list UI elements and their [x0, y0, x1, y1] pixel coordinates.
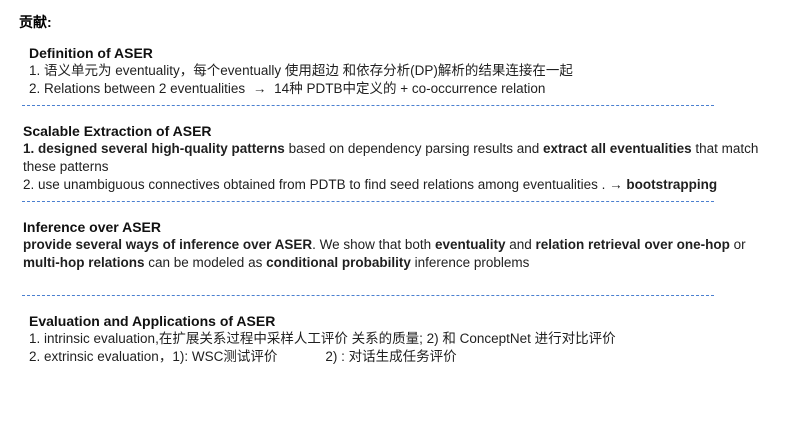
- inference-paragraph: provide several ways of inference over A…: [23, 236, 771, 272]
- dashed-divider: [22, 295, 714, 296]
- plain-text: . We show that both: [312, 237, 435, 252]
- plain-text: inference problems: [410, 255, 530, 270]
- bold-text: multi-hop relations: [23, 255, 145, 270]
- bold-text: extract all eventualities: [543, 141, 692, 156]
- bold-text: eventuality: [434, 237, 506, 252]
- section-heading: Scalable Extraction of ASER: [23, 123, 212, 139]
- arrow-right-icon: →: [609, 177, 623, 192]
- plain-text: based on dependency parsing results and: [284, 141, 544, 156]
- dashed-divider: [22, 105, 714, 106]
- section-heading: Inference over ASER: [23, 219, 161, 235]
- evaluation-item-1: 1. intrinsic evaluation,在扩展关系过程中采样人工评价 关…: [29, 331, 616, 346]
- definition-item-2: 2. Relations between 2 eventualities → 1…: [29, 80, 749, 98]
- definition-item-2-relations: 14种 PDTB中定义的 + co-occurrence relation: [274, 81, 546, 96]
- plain-text: 2) : 对话生成任务评价: [325, 349, 457, 364]
- plain-text: 2. use unambiguous connectives obtained …: [23, 177, 610, 192]
- dashed-divider: [22, 201, 714, 202]
- definition-item-2-text: 2. Relations between 2 eventualities: [29, 81, 246, 96]
- evaluation-item-2: 2. extrinsic evaluation，1): WSC测试评价 2) : …: [29, 348, 749, 366]
- bold-text: relation retrieval over one-hop: [535, 237, 730, 252]
- bold-text: 1. designed several high-quality pattern…: [23, 141, 285, 156]
- arrow-right-icon: →: [252, 81, 267, 96]
- plain-text: and: [505, 237, 536, 252]
- bold-text: bootstrapping: [622, 177, 718, 192]
- plain-text: or: [729, 237, 746, 252]
- page-title: 贡献:: [19, 14, 52, 30]
- bold-text: conditional probability: [266, 255, 411, 270]
- section-heading: Evaluation and Applications of ASER: [29, 313, 276, 329]
- bold-text: provide several ways of inference over A…: [23, 237, 313, 252]
- section-heading: Definition of ASER: [29, 45, 153, 61]
- section-definition: Definition of ASER 1. 语义单元为 eventuality，…: [29, 44, 749, 98]
- extraction-item-1: 1. designed several high-quality pattern…: [23, 140, 771, 176]
- extraction-item-2: 2. use unambiguous connectives obtained …: [23, 176, 771, 194]
- section-inference: Inference over ASER provide several ways…: [23, 218, 771, 272]
- section-evaluation: Evaluation and Applications of ASER 1. i…: [29, 312, 749, 366]
- plain-text: can be modeled as: [144, 255, 267, 270]
- section-extraction: Scalable Extraction of ASER 1. designed …: [23, 122, 771, 194]
- definition-item-1: 1. 语义单元为 eventuality，每个eventually 使用超边 和…: [29, 63, 573, 78]
- plain-text: 2. extrinsic evaluation，1): WSC测试评价: [29, 349, 278, 364]
